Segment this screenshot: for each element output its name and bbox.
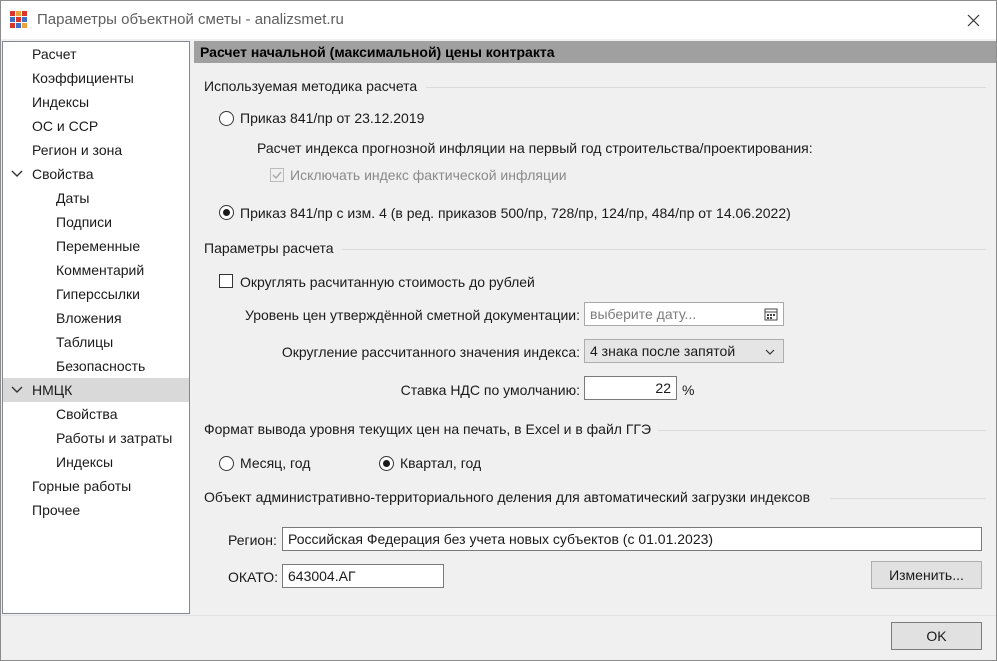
tree-item-indeksy[interactable]: Индексы	[3, 90, 189, 114]
method-option-2-radio[interactable]	[219, 205, 234, 220]
region-field[interactable]: Российская Федерация без учета новых суб…	[282, 527, 982, 551]
method-group-title: Используемая методика расчета	[204, 78, 418, 94]
tree-item-podpisi[interactable]: Подписи	[3, 210, 189, 234]
round-rubles-label[interactable]: Округлять расчитанную стоимость до рубле…	[240, 274, 535, 290]
nmck-settings-panel: Расчет начальной (максимальной) цены кон…	[194, 41, 996, 614]
tree-item-svoystva[interactable]: Свойства	[3, 162, 189, 186]
change-region-button[interactable]: Изменить...	[871, 561, 982, 589]
panel-header: Расчет начальной (максимальной) цены кон…	[194, 41, 996, 63]
tree-item-nmck-indeksy[interactable]: Индексы	[3, 450, 189, 474]
tree-item-kommentariy[interactable]: Комментарий	[3, 258, 189, 282]
checkmark-icon	[272, 171, 282, 180]
tree-item-koefficienty[interactable]: Коэффициенты	[3, 66, 189, 90]
chevron-down-icon[interactable]	[11, 169, 23, 179]
chevron-down-icon[interactable]	[11, 385, 23, 395]
exclude-inflation-checkbox[interactable]	[270, 168, 284, 182]
format-month-label[interactable]: Месяц, год	[240, 455, 310, 471]
tree-item-giperssylki[interactable]: Гиперссылки	[3, 282, 189, 306]
tree-item-region[interactable]: Регион и зона	[3, 138, 189, 162]
okato-label: ОКАТО:	[228, 569, 278, 585]
price-level-date-input[interactable]: выберите дату...	[584, 302, 784, 326]
territory-group-title: Объект административно-территориального …	[204, 489, 811, 505]
params-group-title: Параметры расчета	[204, 240, 334, 256]
index-rounding-label: Округление рассчитанного значения индекс…	[281, 344, 580, 360]
window-title: Параметры объектной сметы - analizsmet.r…	[37, 11, 344, 28]
vat-unit: %	[682, 382, 695, 398]
close-icon	[967, 14, 979, 26]
round-rubles-checkbox[interactable]	[219, 274, 233, 288]
ok-button[interactable]: OK	[891, 622, 982, 650]
tree-item-os-ssr[interactable]: ОС и ССР	[3, 114, 189, 138]
method-option-2-label[interactable]: Приказ 841/пр с изм. 4 (в ред. приказов …	[240, 205, 791, 221]
app-icon	[10, 11, 27, 28]
region-label: Регион:	[228, 532, 277, 548]
group-divider	[830, 498, 986, 499]
footer-divider	[1, 615, 996, 616]
tree-item-peremennye[interactable]: Переменные	[3, 234, 189, 258]
method-option-1-label[interactable]: Приказ 841/пр от 23.12.2019	[240, 110, 424, 126]
inflation-subtitle: Расчет индекса прогнозной инфляции на пе…	[257, 140, 813, 156]
format-month-radio[interactable]	[219, 456, 234, 471]
tree-item-bezopasnost[interactable]: Безопасность	[3, 354, 189, 378]
tree-item-raschet[interactable]: Расчет	[3, 42, 189, 66]
tree-item-daty[interactable]: Даты	[3, 186, 189, 210]
exclude-inflation-label: Исключать индекс фактической инфляции	[290, 167, 567, 183]
format-quarter-radio[interactable]	[379, 456, 394, 471]
tree-item-raboty-zatraty[interactable]: Работы и затраты	[3, 426, 189, 450]
okato-field[interactable]: 643004.АГ	[282, 564, 444, 588]
chevron-down-icon	[765, 349, 775, 355]
method-option-1-radio[interactable]	[219, 111, 234, 126]
vat-label: Ставка НДС по умолчанию:	[400, 382, 580, 398]
vat-input[interactable]: 22	[584, 376, 677, 400]
settings-tree: Расчет Коэффициенты Индексы ОС и ССР Рег…	[2, 41, 190, 614]
format-group-title: Формат вывода уровня текущих цен на печа…	[204, 421, 652, 437]
calendar-icon[interactable]	[764, 307, 778, 321]
tree-item-vlozheniya[interactable]: Вложения	[3, 306, 189, 330]
tree-item-gornye-raboty[interactable]: Горные работы	[3, 474, 189, 498]
tree-item-nmck-svoystva[interactable]: Свойства	[3, 402, 189, 426]
group-divider	[658, 430, 986, 431]
tree-item-tablicy[interactable]: Таблицы	[3, 330, 189, 354]
tree-item-nmck[interactable]: НМЦК	[3, 378, 189, 402]
title-bar: Параметры объектной сметы - analizsmet.r…	[1, 1, 996, 39]
tree-item-prochee[interactable]: Прочее	[3, 498, 189, 522]
index-rounding-select[interactable]: 4 знака после запятой	[584, 339, 784, 363]
format-quarter-label[interactable]: Квартал, год	[400, 455, 481, 471]
price-level-label: Уровень цен утверждённой сметной докумен…	[244, 307, 580, 323]
dialog-window: Параметры объектной сметы - analizsmet.r…	[0, 0, 997, 661]
group-divider	[426, 87, 986, 88]
group-divider	[342, 249, 986, 250]
close-button[interactable]	[950, 1, 996, 39]
